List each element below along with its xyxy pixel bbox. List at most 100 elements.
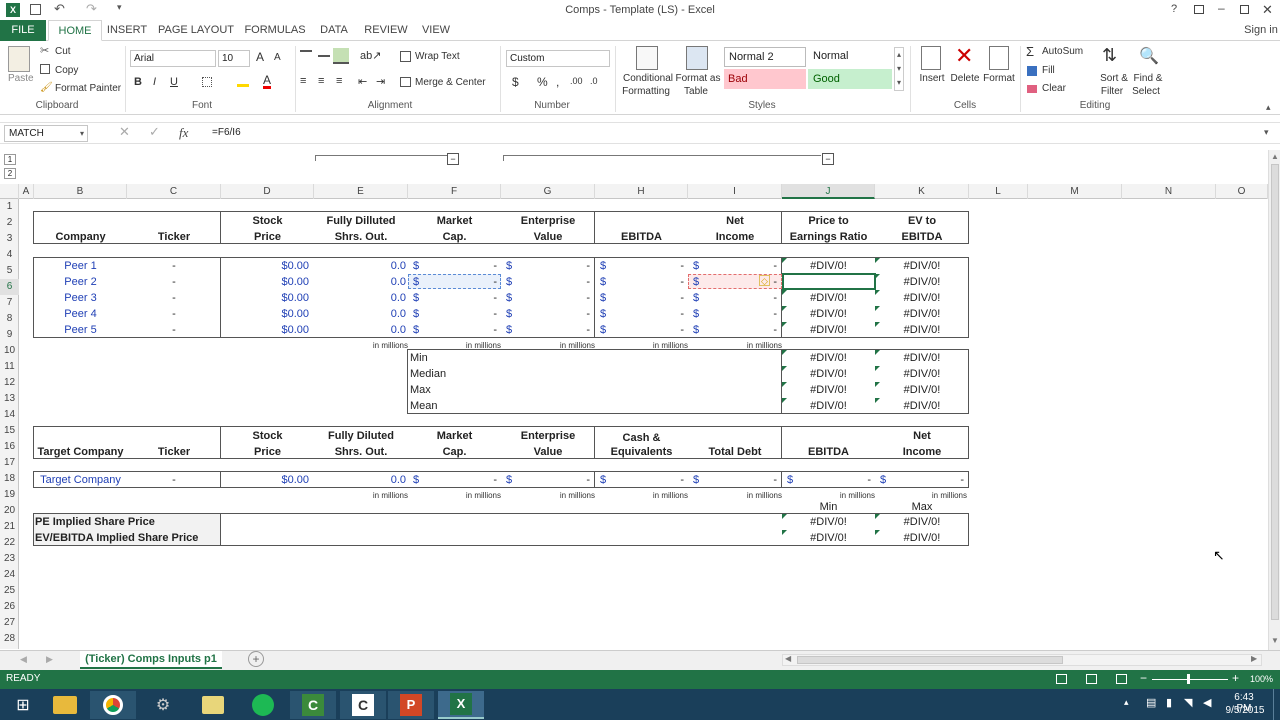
column-header-l[interactable]: L: [969, 184, 1028, 199]
redo-icon[interactable]: ↷: [86, 1, 97, 17]
powerpoint-icon[interactable]: P: [388, 691, 434, 719]
expand-formula-icon[interactable]: ▾: [1264, 127, 1269, 138]
column-header-e[interactable]: E: [314, 184, 408, 199]
peer-price[interactable]: $0.00: [221, 274, 309, 290]
conditional-formatting-button[interactable]: Conditional: [620, 73, 676, 84]
collapse-group-1-button[interactable]: −: [447, 153, 459, 165]
implied-max[interactable]: #DIV/0!: [875, 530, 969, 546]
cancel-entry-icon[interactable]: ✕: [119, 124, 130, 140]
orientation-icon[interactable]: ab↗: [360, 49, 381, 62]
row-header[interactable]: 4: [0, 247, 19, 263]
zoom-out-icon[interactable]: −: [1140, 671, 1147, 685]
undo-icon[interactable]: ↶: [54, 1, 65, 17]
tab-page-layout[interactable]: PAGE LAYOUT: [158, 20, 234, 41]
h-scroll-thumb[interactable]: [797, 656, 1063, 664]
align-left-icon[interactable]: ≡: [300, 75, 306, 87]
wrap-text-button[interactable]: Wrap Text: [415, 51, 460, 62]
camtasia-icon[interactable]: C: [290, 691, 336, 719]
tray-expand-icon[interactable]: ▴: [1124, 697, 1129, 708]
fill-color-icon[interactable]: [237, 84, 249, 87]
clear-button[interactable]: Clear: [1042, 83, 1066, 94]
styles-scroll-icon[interactable]: ▴ ▾ ▾: [894, 47, 904, 91]
peer-ticker[interactable]: -: [127, 322, 221, 338]
value-dash[interactable]: -: [408, 472, 497, 488]
row-header[interactable]: 14: [0, 407, 19, 423]
merge-center-button[interactable]: Merge & Center: [415, 77, 486, 88]
target-company-name[interactable]: Target Company: [34, 472, 127, 488]
row-header[interactable]: 8: [0, 311, 19, 327]
paste-icon[interactable]: [8, 46, 30, 72]
column-header-d[interactable]: D: [221, 184, 314, 199]
sheet-tab-active[interactable]: (Ticker) Comps Inputs p1: [80, 651, 222, 669]
value-dash[interactable]: -: [501, 290, 590, 306]
scroll-up-icon[interactable]: ▲: [1271, 152, 1279, 161]
value-dash[interactable]: -: [408, 290, 497, 306]
italic-button[interactable]: I: [153, 76, 156, 88]
decrease-decimal-icon[interactable]: .0: [590, 76, 598, 86]
clear-icon[interactable]: [1027, 85, 1037, 93]
top-align-icon[interactable]: [300, 50, 312, 60]
row-header[interactable]: 10: [0, 343, 19, 359]
font-color-icon[interactable]: A: [263, 74, 272, 89]
stat-pe[interactable]: #DIV/0!: [782, 398, 875, 414]
bottom-align-icon[interactable]: [333, 48, 349, 64]
peer-ev-ebitda[interactable]: #DIV/0!: [875, 306, 969, 322]
zoom-slider-thumb[interactable]: [1187, 674, 1190, 684]
row-header[interactable]: 17: [0, 455, 19, 471]
format-as-table-button[interactable]: Format as: [674, 73, 722, 84]
column-header-m[interactable]: M: [1028, 184, 1122, 199]
ribbon-display-icon[interactable]: [1194, 5, 1204, 14]
value-dash[interactable]: -: [501, 258, 590, 274]
stat-ev-ebitda[interactable]: #DIV/0!: [875, 398, 969, 414]
row-header[interactable]: 1: [0, 199, 19, 215]
row-header[interactable]: 13: [0, 391, 19, 407]
value-dash[interactable]: -: [501, 306, 590, 322]
horizontal-scrollbar[interactable]: ◀ ▶: [782, 654, 1262, 666]
middle-align-icon[interactable]: [318, 55, 330, 57]
value-dash[interactable]: -: [688, 322, 777, 338]
align-center-icon[interactable]: ≡: [318, 75, 324, 87]
peer-pe-ratio[interactable]: #DIV/0!: [782, 290, 875, 306]
stat-ev-ebitda[interactable]: #DIV/0!: [875, 350, 969, 366]
align-right-icon[interactable]: ≡: [336, 75, 342, 87]
insert-cells-button[interactable]: Insert: [915, 73, 949, 84]
peer-shares[interactable]: 0.0: [314, 290, 406, 306]
peer-shares[interactable]: 0.0: [314, 258, 406, 274]
power-icon[interactable]: ▮: [1166, 696, 1172, 709]
scroll-right-icon[interactable]: ▶: [1251, 654, 1257, 663]
prev-sheet-icon[interactable]: ◀: [20, 654, 27, 665]
formula-input[interactable]: =F6/I6: [212, 127, 241, 138]
sort-filter-icon[interactable]: ⇅: [1102, 45, 1117, 66]
column-header-g[interactable]: G: [501, 184, 595, 199]
page-layout-view-icon[interactable]: [1086, 674, 1097, 684]
active-cell-j6[interactable]: [782, 273, 876, 290]
target-ticker[interactable]: -: [127, 472, 221, 488]
peer-name[interactable]: Peer 1: [34, 258, 127, 274]
tab-data[interactable]: DATA: [314, 20, 354, 41]
format-cells-icon[interactable]: [989, 46, 1009, 70]
peer-shares[interactable]: 0.0: [314, 274, 406, 290]
row-header[interactable]: 2: [0, 215, 19, 231]
scroll-down-icon[interactable]: ▼: [1271, 636, 1279, 645]
column-header-n[interactable]: N: [1122, 184, 1216, 199]
style-bad[interactable]: Bad: [724, 69, 806, 89]
value-dash[interactable]: -: [595, 472, 684, 488]
column-header-b[interactable]: B: [34, 184, 127, 199]
fill-button[interactable]: Fill: [1042, 65, 1055, 76]
column-header-a[interactable]: A: [19, 184, 34, 199]
value-dash[interactable]: -: [408, 258, 497, 274]
volume-icon[interactable]: ◀: [1203, 696, 1211, 709]
column-header-h[interactable]: H: [595, 184, 688, 199]
value-dash[interactable]: -: [501, 322, 590, 338]
format-painter-icon[interactable]: 🖌: [40, 82, 53, 93]
stat-pe[interactable]: #DIV/0!: [782, 382, 875, 398]
value-dash[interactable]: -: [595, 322, 684, 338]
outline-level-1-button[interactable]: 1: [4, 154, 16, 165]
row-header[interactable]: 27: [0, 615, 19, 631]
row-header[interactable]: 24: [0, 567, 19, 583]
cut-button[interactable]: Cut: [55, 46, 71, 57]
vertical-scrollbar[interactable]: ▲ ▼: [1268, 150, 1280, 650]
row-header[interactable]: 20: [0, 503, 19, 519]
tab-insert[interactable]: INSERT: [104, 20, 150, 41]
target-shares[interactable]: 0.0: [314, 472, 406, 488]
